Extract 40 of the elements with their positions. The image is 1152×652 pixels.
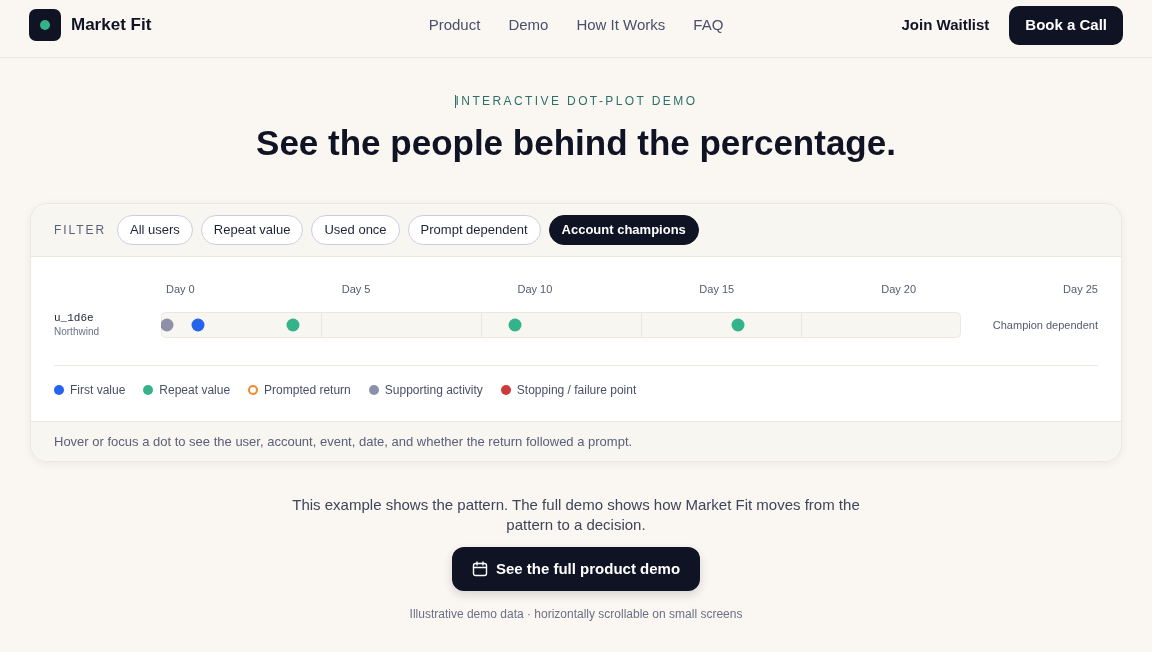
book-call-button[interactable]: Book a Call [1009,5,1123,45]
legend-label: Supporting activity [384,382,483,399]
nav-link[interactable]: Product [428,13,481,37]
day-label: Day 0 [166,282,195,296]
event-dot-icon[interactable] [508,318,522,332]
legend-label: Prompted return [264,382,351,399]
event-dot-icon[interactable] [191,318,205,332]
nav-link[interactable]: FAQ [693,13,724,37]
user-id: u_1d6e [54,312,95,325]
section-eyebrow: INTERACTIVE DOT-PLOT DEMO [455,93,698,109]
day-label: Day 15 [699,282,735,296]
filter-chip[interactable]: Repeat value [200,215,304,245]
legend-label: Repeat value [159,382,231,399]
logo-icon[interactable] [29,9,61,41]
brand-name: Market Fit [71,14,152,37]
day-label: Day 5 [341,282,371,296]
calendar-icon [471,561,488,577]
text-cursor-icon [454,94,456,108]
legend-label: Stopping / failure point [516,382,637,399]
legend-label: First value [70,382,126,399]
day-label: Day 10 [517,282,553,296]
day-label: Day 25 [1063,282,1098,296]
filter-chip[interactable]: Used once [311,215,400,245]
caption-text: Illustrative demo data · horizontally scrollable on small screens [409,606,743,622]
section-heading: See the people behind the percentage. [256,122,896,164]
join-waitlist-link[interactable]: Join Waitlist [901,13,990,37]
filter-chip[interactable]: All users [116,215,193,245]
nav-link[interactable]: Demo [508,13,549,37]
filter-chip[interactable]: Prompt dependent [407,215,541,245]
hint-text: Hover or focus a dot to see the user, account, event, date, and whether the return followed a prompt. [54,432,633,451]
product-demo-button[interactable]: See the full product demo [451,547,701,591]
row-status: Champion dependent [992,317,1098,333]
event-dot-icon[interactable] [731,318,745,332]
event-dot-icon[interactable] [286,318,300,332]
nav-link[interactable]: How It Works [576,13,666,37]
account-name: Northwind [54,325,101,338]
filter-chip[interactable]: Account champions [548,215,699,245]
summary-text: This example shows the pattern. The full demo shows how Market Fit moves from the pattern to a decision. [291,495,861,535]
day-label: Day 20 [881,282,917,296]
filter-label: FILTER [54,222,106,239]
